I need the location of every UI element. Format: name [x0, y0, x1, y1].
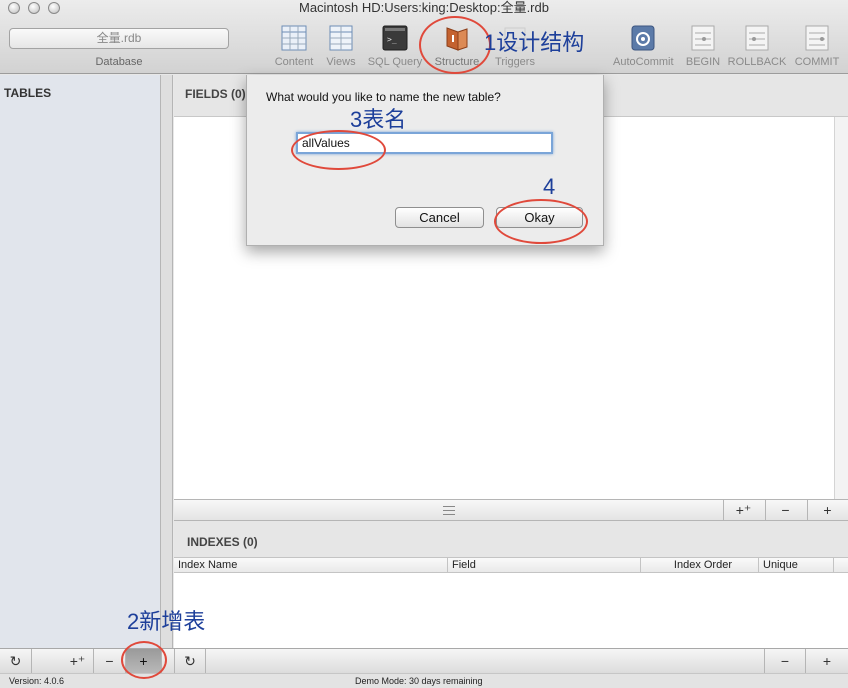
toolbar-triggers-label: Triggers	[495, 56, 535, 68]
toolbar-rollback-button[interactable]: ROLLBACK	[727, 24, 787, 72]
tables-sidebar[interactable]: TABLES	[0, 75, 161, 648]
indexes-title: INDEXES (0)	[187, 535, 258, 549]
add-table-button[interactable]: +	[126, 649, 162, 673]
autocommit-icon	[631, 25, 655, 51]
toolbar-begin-button[interactable]: BEGIN	[673, 24, 733, 72]
refresh-indexes-button[interactable]: ↻	[174, 649, 206, 673]
column-field[interactable]: Field	[448, 558, 641, 572]
terminal-icon: >_	[382, 25, 408, 51]
rollback-icon	[745, 25, 769, 51]
table-icon	[281, 25, 307, 51]
database-selector[interactable]: 全量.rdb	[9, 28, 229, 49]
resize-grip-icon[interactable]	[443, 506, 455, 515]
toolbar-autocommit-button[interactable]: AutoCommit	[613, 24, 674, 72]
dialog-message: What would you like to name the new tabl…	[266, 90, 501, 104]
views-icon	[329, 25, 353, 51]
fields-scrollbar[interactable]	[834, 117, 848, 499]
toolbar-triggers-button[interactable]: Triggers	[485, 24, 545, 72]
toolbar-begin-label: BEGIN	[685, 56, 721, 68]
window-toolbar: Macintosh HD:Users:king:Desktop:全量.rdb 全…	[0, 0, 848, 74]
toolbar-views-label: Views	[326, 56, 356, 68]
sidebar-splitter[interactable]	[161, 75, 173, 648]
indexes-add-button[interactable]: +	[806, 649, 848, 673]
toolbar-views-button[interactable]: Views	[311, 24, 371, 72]
add-multiple-tables-button[interactable]: +⁺	[62, 649, 94, 673]
indexes-column-headers: Index Name Field Index Order Unique	[174, 557, 848, 573]
fields-title: FIELDS (0)	[185, 87, 246, 101]
refresh-tables-button[interactable]: ↻	[0, 649, 32, 673]
cancel-button[interactable]: Cancel	[395, 207, 484, 228]
triggers-icon	[504, 27, 526, 49]
fields-add-button[interactable]: +	[807, 500, 847, 520]
table-name-input[interactable]	[296, 132, 553, 154]
toolbar-commit-button[interactable]: COMMIT	[787, 24, 847, 72]
toolbar-structure-button[interactable]: Structure	[427, 24, 487, 72]
toolbar-sql-query-label: SQL Query	[367, 56, 423, 68]
database-caption: Database	[95, 56, 143, 68]
column-unique[interactable]: Unique	[759, 558, 834, 572]
status-bar: Version: 4.0.6 Demo Mode: 30 days remain…	[0, 673, 848, 688]
new-table-dialog: What would you like to name the new tabl…	[246, 75, 604, 246]
version-text: Version: 4.0.6	[9, 676, 65, 686]
fields-remove-button[interactable]: −	[765, 500, 805, 520]
commit-icon	[805, 25, 829, 51]
bottom-action-bar: ↻ +⁺ − + ↻ − +	[0, 648, 848, 673]
okay-button[interactable]: Okay	[496, 207, 583, 228]
toolbar-structure-label: Structure	[434, 56, 480, 68]
indexes-header: INDEXES (0)	[174, 521, 848, 557]
toolbar-commit-label: COMMIT	[794, 56, 840, 68]
toolbar-sql-query-button[interactable]: >_ SQL Query	[365, 24, 425, 72]
structure-icon	[446, 27, 468, 51]
column-index-name[interactable]: Index Name	[174, 558, 448, 572]
remove-table-button[interactable]: −	[94, 649, 126, 673]
svg-text:>_: >_	[387, 35, 397, 44]
window-title: Macintosh HD:Users:king:Desktop:全量.rdb	[299, 0, 549, 15]
indexes-remove-button[interactable]: −	[764, 649, 806, 673]
begin-icon	[691, 25, 715, 51]
fields-action-bar: +⁺ − +	[174, 499, 848, 521]
tables-title: TABLES	[4, 86, 52, 100]
fields-add-multiple-button[interactable]: +⁺	[723, 500, 763, 520]
indexes-table[interactable]	[174, 573, 848, 648]
toolbar-autocommit-label: AutoCommit	[613, 56, 674, 68]
toolbar-rollback-label: ROLLBACK	[727, 56, 787, 68]
demo-mode-text: Demo Mode: 30 days remaining	[355, 676, 483, 686]
column-index-order[interactable]: Index Order	[641, 558, 759, 572]
